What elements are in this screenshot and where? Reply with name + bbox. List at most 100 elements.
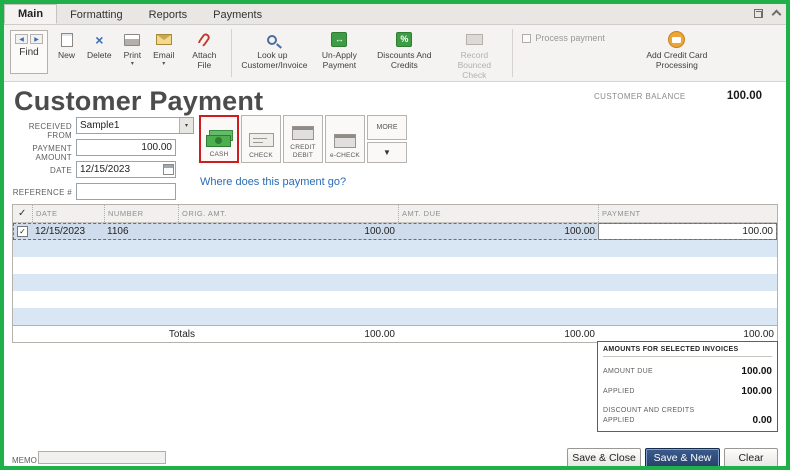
- table-row[interactable]: ✓ 12/15/2023 1106 100.00 100.00 100.00: [13, 223, 777, 240]
- cell-payment[interactable]: 100.00: [598, 223, 777, 240]
- tab-formatting[interactable]: Formatting: [57, 6, 136, 24]
- row-checkbox[interactable]: ✓: [17, 226, 28, 237]
- payment-amount-input[interactable]: 100.00: [76, 139, 176, 156]
- customer-balance-label: CUSTOMER BALANCE: [594, 92, 686, 101]
- payment-method-more[interactable]: MORE: [367, 115, 407, 140]
- toolbar-separator: [512, 29, 514, 77]
- payment-method-more-group: MORE ▼: [367, 115, 407, 163]
- printer-icon: [124, 33, 141, 46]
- invoice-table: ✓ DATE NUMBER ORIG. AMT. AMT. DUE PAYMEN…: [12, 204, 778, 343]
- totals-row: Totals 100.00 100.00 100.00: [13, 325, 777, 342]
- find-previous-icon[interactable]: ◀: [15, 34, 28, 44]
- window-frame: Main Formatting Reports Payments ◀ ▶ Fin…: [0, 0, 790, 470]
- calendar-icon[interactable]: [163, 164, 174, 175]
- table-row-empty[interactable]: [13, 291, 777, 308]
- credit-card-icon: [292, 126, 314, 141]
- header-amt-due: AMT. DUE: [398, 205, 598, 222]
- received-from-dropdown-icon[interactable]: ▾: [179, 118, 193, 133]
- page-title: Customer Payment: [14, 86, 264, 116]
- table-row-empty[interactable]: [13, 308, 777, 325]
- clear-button[interactable]: Clear: [724, 448, 778, 466]
- header-orig-amt: ORIG. AMT.: [178, 205, 398, 222]
- table-row-empty[interactable]: [13, 274, 777, 291]
- discount-credits-label: DISCOUNT AND CREDITS APPLIED: [603, 407, 695, 424]
- header-payment: PAYMENT: [598, 205, 777, 222]
- date-input[interactable]: 12/15/2023: [76, 161, 176, 178]
- paperclip-icon: [197, 31, 212, 48]
- discounts-credits-button[interactable]: % Discounts And Credits: [369, 27, 439, 70]
- reference-input[interactable]: [76, 183, 176, 200]
- memo-label: MEMO: [12, 456, 37, 465]
- table-row-empty[interactable]: [13, 257, 777, 274]
- customer-balance-value: 100.00: [726, 90, 762, 102]
- print-dropdown-icon[interactable]: ▾: [131, 61, 134, 68]
- find-button[interactable]: ◀ ▶ Find: [10, 30, 48, 74]
- add-credit-card-processing-button[interactable]: Add Credit Card Processing: [631, 27, 723, 70]
- new-document-icon: [60, 32, 73, 47]
- table-row-empty[interactable]: [13, 240, 777, 257]
- cell-amt-due[interactable]: 100.00: [398, 223, 598, 240]
- collapse-ribbon-icon[interactable]: [771, 9, 782, 20]
- delete-button[interactable]: × Delete: [81, 27, 118, 61]
- payment-method-cash[interactable]: CASH: [199, 115, 239, 163]
- customer-payment-window: Main Formatting Reports Payments ◀ ▶ Fin…: [4, 4, 786, 466]
- bounced-check-icon: [465, 34, 483, 45]
- echeck-icon: [334, 133, 356, 148]
- cell-orig-amt[interactable]: 100.00: [178, 223, 398, 240]
- payment-method-check[interactable]: CHECK: [241, 115, 281, 163]
- where-payment-go-link[interactable]: Where does this payment go?: [200, 176, 346, 188]
- received-from-select[interactable]: Sample1 ▾: [76, 117, 194, 134]
- print-button[interactable]: Print ▾: [118, 27, 147, 68]
- toolbar-separator: [231, 29, 233, 77]
- envelope-icon: [155, 34, 172, 45]
- magnifier-icon: [267, 34, 278, 45]
- customer-balance: CUSTOMER BALANCE 100.00: [594, 90, 762, 102]
- cell-number[interactable]: 1106: [104, 223, 178, 240]
- payment-method-group: CASH CHECK CREDIT DEBIT e-CHECK MORE ▼: [199, 115, 407, 163]
- totals-label: Totals: [168, 328, 195, 340]
- email-dropdown-icon[interactable]: ▾: [162, 61, 165, 68]
- email-button[interactable]: Email ▾: [147, 27, 180, 68]
- expand-window-icon[interactable]: [754, 8, 763, 18]
- tab-main[interactable]: Main: [4, 4, 58, 24]
- tab-reports[interactable]: Reports: [136, 6, 201, 24]
- unapply-payment-button[interactable]: ↔ Un-Apply Payment: [309, 27, 369, 70]
- save-close-button[interactable]: Save & Close: [567, 448, 641, 466]
- applied-value: 100.00: [741, 386, 772, 397]
- discounts-credits-icon: %: [396, 32, 413, 47]
- process-payment-label: Process payment: [535, 33, 605, 43]
- save-new-button[interactable]: Save & New: [645, 448, 720, 466]
- amount-due-label: AMOUNT DUE: [603, 368, 653, 376]
- cash-icon: [205, 129, 233, 147]
- tab-payments[interactable]: Payments: [200, 6, 275, 24]
- unapply-payment-icon: ↔: [331, 32, 348, 47]
- amount-due-value: 100.00: [741, 366, 772, 377]
- process-payment-checkbox-row[interactable]: Process payment: [522, 33, 605, 43]
- received-from-label: RECEIVED FROM: [28, 122, 72, 140]
- payment-method-credit-debit[interactable]: CREDIT DEBIT: [283, 115, 323, 163]
- header-number: NUMBER: [104, 205, 178, 222]
- new-button[interactable]: New: [52, 27, 81, 60]
- totals-payment: 100.00: [743, 328, 774, 340]
- discount-credits-value: 0.00: [752, 414, 772, 426]
- delete-x-icon: ×: [95, 31, 104, 48]
- header-date: DATE: [32, 205, 104, 222]
- cell-date[interactable]: 12/15/2023: [32, 223, 104, 240]
- process-payment-checkbox[interactable]: [522, 33, 532, 43]
- record-bounced-check-button: Record Bounced Check: [439, 27, 509, 81]
- find-next-icon[interactable]: ▶: [30, 34, 43, 44]
- table-header-row: ✓ DATE NUMBER ORIG. AMT. AMT. DUE PAYMEN…: [13, 205, 777, 223]
- more-dropdown-icon[interactable]: ▼: [367, 142, 407, 163]
- amounts-summary-panel: AMOUNTS FOR SELECTED INVOICES AMOUNT DUE…: [597, 341, 778, 432]
- payment-method-echeck[interactable]: e-CHECK: [325, 115, 365, 163]
- ribbon-tabbar: Main Formatting Reports Payments: [4, 4, 786, 25]
- lookup-customer-invoice-button[interactable]: Look up Customer/Invoice: [235, 27, 309, 70]
- applied-label: APPLIED: [603, 388, 635, 396]
- totals-amt-due: 100.00: [564, 328, 595, 340]
- check-icon: [248, 132, 274, 147]
- memo-input[interactable]: [38, 451, 166, 464]
- reference-label: REFERENCE #: [12, 188, 72, 197]
- credit-card-processing-icon: [668, 31, 686, 48]
- attach-file-button[interactable]: Attach File: [180, 27, 228, 70]
- select-all-checkmark-icon: ✓: [18, 208, 27, 219]
